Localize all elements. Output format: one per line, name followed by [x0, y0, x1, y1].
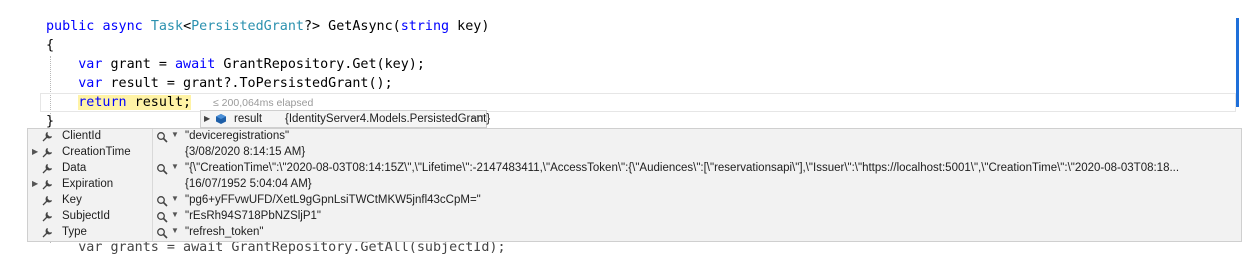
- property-wrench-icon: [42, 228, 52, 238]
- object-icon: [216, 114, 226, 124]
- text-visualizer-search-icon[interactable]: [156, 131, 168, 143]
- property-value[interactable]: {16/07/1952 5:04:04 AM}: [185, 178, 312, 190]
- column-divider: [152, 225, 153, 241]
- datatip-row[interactable]: Data ▼ "{\"CreationTime\":\"2020-08-03T08:…: [28, 161, 1241, 177]
- property-wrench-icon: [42, 132, 52, 142]
- property-value[interactable]: "deviceregistrations": [185, 130, 289, 142]
- text-visualizer-search-icon[interactable]: [156, 195, 168, 207]
- perf-tip-elapsed[interactable]: ≤ 200,064ms elapsed: [213, 97, 313, 109]
- property-name: Data: [62, 162, 87, 174]
- column-divider: [152, 177, 153, 193]
- property-name: Key: [62, 194, 82, 206]
- datatip-name: result: [234, 113, 263, 125]
- property-name: Expiration: [62, 178, 114, 190]
- property-value[interactable]: "pg6+yFFvwUFD/XetL9gGpnLsiTWCtMKW5jnfl43…: [185, 194, 481, 206]
- expand-triangle-icon[interactable]: ▶: [204, 114, 210, 123]
- column-divider: [152, 193, 153, 209]
- property-name: CreationTime: [62, 146, 131, 158]
- property-name: ClientId: [62, 130, 101, 142]
- column-divider: [152, 209, 153, 225]
- column-divider: [152, 145, 153, 161]
- visualizer-dropdown-icon[interactable]: ▼: [171, 226, 179, 235]
- datatip-row[interactable]: ▶ Expiration {16/07/1952 5:04:04 AM}: [28, 177, 1241, 193]
- property-wrench-icon: [42, 164, 52, 174]
- code-line-5: return result;: [46, 93, 192, 112]
- property-name: Type: [62, 226, 87, 238]
- datatip-row[interactable]: Key ▼ "pg6+yFFvwUFD/XetL9gGpnLsiTWCtMKW5jn…: [28, 193, 1241, 209]
- property-value[interactable]: "rEsRh94S718PbNZSljP1": [185, 210, 321, 222]
- property-value[interactable]: {3/08/2020 8:14:15 AM}: [185, 146, 305, 158]
- code-line-4: var result = grant?.ToPersistedGrant();: [78, 76, 393, 91]
- property-wrench-icon: [42, 212, 52, 222]
- text-visualizer-search-icon[interactable]: [156, 163, 168, 175]
- datatip-header[interactable]: ▶ result {IdentityServer4.Models.Persist…: [200, 110, 490, 128]
- expand-triangle-icon[interactable]: ▶: [32, 147, 38, 156]
- text-visualizer-search-icon[interactable]: [156, 211, 168, 223]
- datatip-properties: ClientId ▼ "deviceregistrations" ▶ CreationT…: [27, 128, 1242, 242]
- visualizer-dropdown-icon[interactable]: ▼: [171, 194, 179, 203]
- scroll-marker: [1236, 18, 1239, 107]
- visualizer-dropdown-icon[interactable]: ▼: [171, 210, 179, 219]
- current-statement-highlight: return result;: [78, 95, 192, 110]
- datatip-row[interactable]: ClientId ▼ "deviceregistrations": [28, 129, 1241, 145]
- property-wrench-icon: [42, 148, 52, 158]
- text-visualizer-search-icon[interactable]: [156, 227, 168, 239]
- expand-triangle-icon[interactable]: ▶: [32, 179, 38, 188]
- visualizer-dropdown-icon[interactable]: ▼: [171, 162, 179, 171]
- datatip-row[interactable]: Type ▼ "refresh_token": [28, 225, 1241, 241]
- code-editor[interactable]: public async Task<PersistedGrant?> GetAs…: [0, 0, 1242, 255]
- property-value[interactable]: "{\"CreationTime\":\"2020-08-03T08:14:15…: [185, 162, 1179, 174]
- property-wrench-icon: [42, 180, 52, 190]
- pin-icon[interactable]: −□: [471, 113, 483, 124]
- datatip-row[interactable]: SubjectId ▼ "rEsRh94S718PbNZSljP1": [28, 209, 1241, 225]
- column-divider: [152, 129, 153, 145]
- property-name: SubjectId: [62, 210, 110, 222]
- property-value[interactable]: "refresh_token": [185, 226, 263, 238]
- code-line-1: public async Task<PersistedGrant?> GetAs…: [46, 19, 490, 34]
- code-line-3: var grant = await GrantRepository.Get(ke…: [78, 57, 425, 72]
- code-line-2: {: [46, 38, 55, 53]
- visualizer-dropdown-icon[interactable]: ▼: [171, 130, 179, 139]
- datatip-row[interactable]: ▶ CreationTime {3/08/2020 8:14:15 AM}: [28, 145, 1241, 161]
- datatip-value[interactable]: {IdentityServer4.Models.PersistedGrant}: [285, 113, 490, 125]
- property-wrench-icon: [42, 196, 52, 206]
- column-divider: [152, 161, 153, 177]
